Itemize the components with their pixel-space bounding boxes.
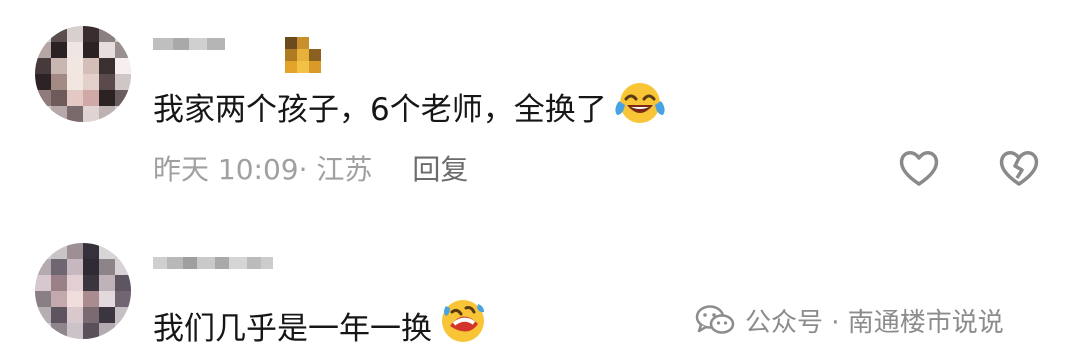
comment-item: 我家两个孩子，6个老师，全换了 昨天 10:09 · 江苏 回复 (0, 0, 1080, 210)
broken-heart-icon[interactable] (998, 148, 1040, 188)
rolling-laughing-emoji-icon (438, 296, 488, 354)
avatar[interactable] (35, 243, 131, 339)
comment-time: 昨天 10:09 (153, 153, 299, 186)
comment-meta: 昨天 10:09 · 江苏 回复 (153, 148, 468, 188)
laughing-tears-emoji-icon (613, 79, 667, 133)
comment-text-body: 我们几乎是一年一换 (153, 310, 432, 347)
watermark-text: 公众号 · 南通楼市说说 (745, 307, 1004, 338)
comment-location: · 江苏 (298, 153, 373, 186)
user-badge-icon (285, 37, 321, 73)
username-pixelated[interactable] (153, 34, 225, 56)
heart-outline-icon[interactable] (898, 148, 940, 188)
wechat-icon (695, 304, 735, 336)
watermark: 公众号 · 南通楼市说说 (695, 300, 1004, 340)
reply-button[interactable]: 回复 (412, 148, 468, 188)
comment-text-body: 我家两个孩子，6个老师，全换了 (153, 91, 607, 128)
comment-item: 我们几乎是一年一换 公众号 · 南通楼市说说 (0, 225, 1080, 363)
username-pixelated[interactable] (153, 253, 273, 275)
avatar[interactable] (35, 26, 131, 122)
comment-text: 我们几乎是一年一换 (153, 300, 488, 347)
comment-text: 我家两个孩子，6个老师，全换了 (153, 83, 667, 128)
